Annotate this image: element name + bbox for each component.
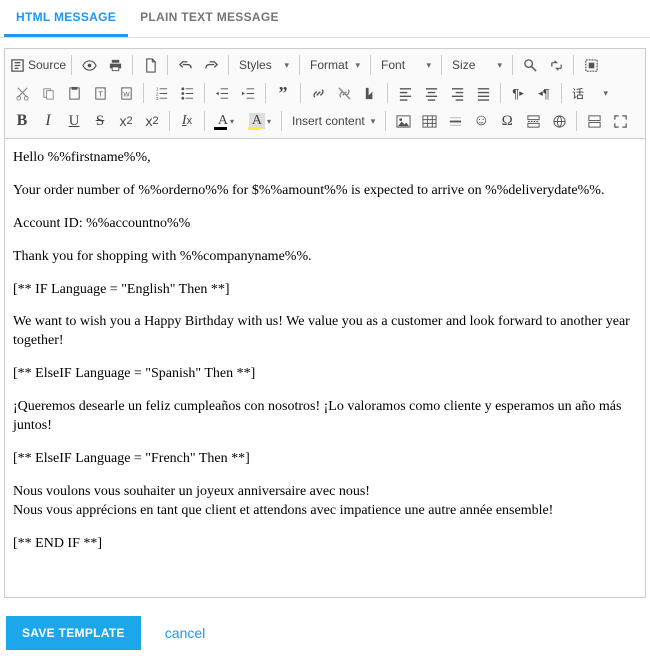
content-line: [** IF Language = "English" Then **] [13, 281, 637, 300]
redo-icon[interactable] [199, 53, 223, 77]
copy-icon[interactable] [36, 81, 60, 105]
font-dropdown[interactable]: Font▾ [376, 53, 436, 77]
image-icon[interactable] [391, 109, 415, 133]
align-center-icon[interactable] [419, 81, 443, 105]
subscript-button[interactable]: x2 [114, 109, 138, 133]
replace-icon[interactable] [544, 53, 568, 77]
cancel-link[interactable]: cancel [165, 625, 205, 641]
editor-toolbar: Source Styles▾ Format▾ Font▾ Size▾ [5, 49, 645, 139]
tab-html-message[interactable]: HTML MESSAGE [4, 0, 128, 37]
text-color-button[interactable]: A▾ [210, 109, 242, 133]
special-char-icon[interactable]: Ω [495, 109, 519, 133]
select-all-icon[interactable] [579, 53, 603, 77]
remove-format-button[interactable]: Ix [175, 109, 199, 133]
svg-text:T: T [98, 89, 103, 98]
content-line: We want to wish you a Happy Birthday wit… [13, 313, 637, 351]
action-bar: SAVE TEMPLATE cancel [0, 602, 650, 664]
bullet-list-icon[interactable] [175, 81, 199, 105]
content-line: [** ElseIF Language = "Spanish" Then **] [13, 365, 637, 384]
find-icon[interactable] [518, 53, 542, 77]
underline-button[interactable]: U [62, 109, 86, 133]
bg-color-button[interactable]: A▾ [244, 109, 276, 133]
content-line: Account ID: %%accountno%% [13, 215, 637, 234]
superscript-button[interactable]: x2 [140, 109, 164, 133]
content-line: Hello %%firstname%%, [13, 149, 637, 168]
link-icon[interactable] [306, 81, 330, 105]
blockquote-icon[interactable]: ” [271, 81, 295, 105]
content-line: Thank you for shopping with %%companynam… [13, 248, 637, 267]
content-line: [** ElseIF Language = "French" Then **] [13, 450, 637, 469]
iframe-icon[interactable] [547, 109, 571, 133]
outdent-icon[interactable] [210, 81, 234, 105]
align-justify-icon[interactable] [471, 81, 495, 105]
unlink-icon[interactable] [332, 81, 356, 105]
save-template-button[interactable]: SAVE TEMPLATE [6, 616, 141, 650]
paste-text-icon[interactable]: T [88, 81, 112, 105]
strikethrough-button[interactable]: S [88, 109, 112, 133]
content-line: ¡Queremos desearle un feliz cumpleaños c… [13, 398, 637, 436]
tab-plain-text-message[interactable]: PLAIN TEXT MESSAGE [128, 0, 291, 37]
source-button[interactable]: Source [10, 53, 66, 77]
align-left-icon[interactable] [393, 81, 417, 105]
align-right-icon[interactable] [445, 81, 469, 105]
smiley-icon[interactable]: ☺ [469, 109, 493, 133]
styles-dropdown[interactable]: Styles▾ [234, 53, 294, 77]
indent-icon[interactable] [236, 81, 260, 105]
insert-content-dropdown[interactable]: Insert content▾ [287, 109, 380, 133]
content-line: Nous vous apprécions en tant que client … [13, 502, 637, 521]
paste-icon[interactable] [62, 81, 86, 105]
content-line: Your order number of %%orderno%% for $%%… [13, 182, 637, 201]
page-break-icon[interactable] [521, 109, 545, 133]
undo-icon[interactable] [173, 53, 197, 77]
content-line: Nous voulons vous souhaiter un joyeux an… [13, 483, 637, 502]
ltr-icon[interactable]: ¶▸ [506, 81, 530, 105]
svg-text:3: 3 [155, 96, 158, 101]
table-icon[interactable] [417, 109, 441, 133]
language-dropdown[interactable]: 话▾ [567, 81, 613, 105]
new-page-icon[interactable] [138, 53, 162, 77]
horizontal-rule-icon[interactable] [443, 109, 467, 133]
rtl-icon[interactable]: ◂¶ [532, 81, 556, 105]
numbered-list-icon[interactable]: 123 [149, 81, 173, 105]
anchor-icon[interactable] [358, 81, 382, 105]
italic-button[interactable]: I [36, 109, 60, 133]
maximize-icon[interactable] [608, 109, 632, 133]
preview-icon[interactable] [77, 53, 101, 77]
editor-container: Source Styles▾ Format▾ Font▾ Size▾ [4, 48, 646, 598]
size-dropdown[interactable]: Size▾ [447, 53, 507, 77]
format-dropdown[interactable]: Format▾ [305, 53, 365, 77]
editor-content[interactable]: Hello %%firstname%%, Your order number o… [5, 139, 645, 597]
svg-text:W: W [123, 91, 130, 98]
message-tabs: HTML MESSAGE PLAIN TEXT MESSAGE [0, 0, 650, 38]
print-icon[interactable] [103, 53, 127, 77]
content-line: [** END IF **] [13, 535, 637, 554]
show-blocks-icon[interactable] [582, 109, 606, 133]
cut-icon[interactable] [10, 81, 34, 105]
paste-word-icon[interactable]: W [114, 81, 138, 105]
bold-button[interactable]: B [10, 109, 34, 133]
